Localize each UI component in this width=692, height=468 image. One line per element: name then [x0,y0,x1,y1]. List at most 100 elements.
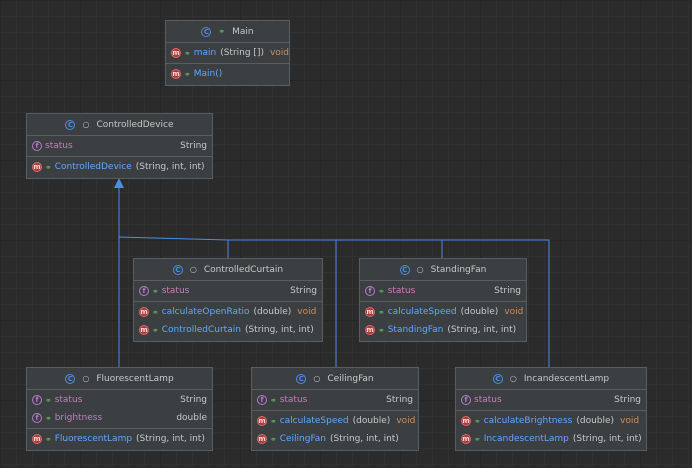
public-icon: ⚭ [474,416,481,426]
class-header: C ○ ControlledCurtain [134,259,322,281]
method-icon: m [461,434,471,444]
constructor-name: ControlledCurtain [161,325,241,335]
field-row[interactable]: f ⚭ brightness double [27,409,212,427]
method-name: main [193,48,217,58]
class-fluorescent-lamp[interactable]: C ○ FluorescentLamp f ⚭ status String f … [26,367,213,451]
static-method-icon: m [171,48,181,58]
method-row[interactable]: m ⚭ IncandescentLamp (String, int, int) [456,430,646,448]
field-name: status [54,395,83,405]
return-type: void [504,307,524,317]
class-icon: C [296,373,307,384]
method-name: calculateSpeed [279,416,349,426]
class-ceiling-fan[interactable]: C ○ CeilingFan f ⚭ status String m ⚭ cal… [251,367,419,451]
inheritance-arrowhead [114,178,124,188]
method-icon: m [139,307,149,317]
public-icon: ⚭ [184,69,191,79]
method-row[interactable]: m ⚭ CeilingFan (String, int, int) [252,430,418,448]
field-row[interactable]: f status String [456,391,646,409]
method-params: (String, int, int) [330,434,399,444]
class-header: C ⚭ Main [166,21,289,43]
class-header: C ○ CeilingFan [252,368,418,390]
method-row[interactable]: m ⚭ StandingFan (String, int, int) [360,321,526,339]
field-type: String [386,395,413,405]
class-controlled-device[interactable]: C ○ ControlledDevice f status String m ⚭… [26,113,213,179]
field-type: String [290,286,317,296]
public-icon: ⚭ [45,162,52,172]
public-icon: ⚭ [45,413,52,423]
method-row[interactable]: m ⚭ ControlledDevice (String, int, int) [27,158,212,176]
return-type: void [269,48,290,58]
field-name: status [387,286,416,296]
class-main[interactable]: C ⚭ Main m ⚭ main (String []) void m ⚭ M… [165,20,290,86]
field-type: String [180,395,207,405]
method-icon: m [139,325,149,335]
package-private-icon: ○ [82,374,90,383]
class-icon: C [65,373,76,384]
class-name: StandingFan [430,264,487,275]
constructor-name: Main() [193,69,223,79]
method-params: (double) [253,307,292,317]
field-icon: f [461,395,471,405]
constructor-name: ControlledDevice [54,162,132,172]
class-icon: C [172,264,183,275]
constructor-name: CeilingFan [279,434,327,444]
method-row[interactable]: m ⚭ calculateSpeed (double) void [360,303,526,321]
field-icon: f [365,286,375,296]
field-row[interactable]: f ⚭ status String [252,391,418,409]
method-name: calculateBrightness [483,416,573,426]
class-header: C ○ StandingFan [360,259,526,281]
public-icon: ⚭ [152,307,159,317]
class-name: ControlledDevice [96,119,174,130]
class-header: C ○ FluorescentLamp [27,368,212,390]
class-icon: C [399,264,410,275]
public-icon: ⚭ [378,286,385,296]
constructor-name: StandingFan [387,325,444,335]
public-icon: ⚭ [45,434,52,444]
class-standing-fan[interactable]: C ○ StandingFan f ⚭ status String m ⚭ ca… [359,258,527,342]
method-row[interactable]: m ⚭ ControlledCurtain (String, int, int) [134,321,322,339]
field-name: status [45,141,73,151]
class-icon: C [201,26,212,37]
field-icon: f [139,286,149,296]
method-row[interactable]: m ⚭ main (String []) void [166,44,289,62]
class-incandescent-lamp[interactable]: C ○ IncandescentLamp f status String m ⚭… [455,367,647,451]
field-name: status [279,395,308,405]
public-icon: ⚭ [378,325,385,335]
method-params: (String, int, int) [244,325,314,335]
public-icon: ⚭ [270,416,277,426]
class-header: C ○ IncandescentLamp [456,368,646,390]
method-row[interactable]: m ⚭ calculateOpenRatio (double) void [134,303,322,321]
class-header: C ○ ControlledDevice [27,114,212,136]
class-controlled-curtain[interactable]: C ○ ControlledCurtain f ⚭ status String … [133,258,323,342]
public-icon: ⚭ [184,48,191,58]
method-name: calculateSpeed [387,307,457,317]
method-icon: m [365,325,375,335]
field-row[interactable]: f ⚭ status String [360,282,526,300]
public-icon: ⚭ [152,286,159,296]
method-params: (double) [352,416,391,426]
class-name: Main [232,26,254,37]
method-row[interactable]: m ⚭ Main() [166,65,289,83]
public-icon: ⚭ [378,307,385,317]
method-icon: m [171,69,181,79]
package-private-icon: ○ [189,265,197,274]
field-name: status [474,395,502,405]
method-params: (String, int, int) [447,325,517,335]
method-row[interactable]: m ⚭ calculateBrightness (double) void [456,412,646,430]
constructor-name: FluorescentLamp [54,434,133,444]
field-type: double [176,413,207,423]
public-icon: ⚭ [270,395,277,405]
method-row[interactable]: m ⚭ FluorescentLamp (String, int, int) [27,430,212,448]
field-icon: f [32,395,42,405]
return-type: void [620,416,640,426]
inheritance-line-controlled-curtain [118,236,229,258]
method-params: (String, int, int) [136,434,205,444]
method-row[interactable]: m ⚭ calculateSpeed (double) void [252,412,418,430]
field-row[interactable]: f ⚭ status String [27,391,212,409]
class-name: FluorescentLamp [96,373,174,384]
method-params: (double) [460,307,499,317]
method-params: (String, int, int) [572,434,642,444]
public-icon: ⚭ [218,27,226,36]
field-row[interactable]: f status String [27,137,212,155]
field-row[interactable]: f ⚭ status String [134,282,322,300]
